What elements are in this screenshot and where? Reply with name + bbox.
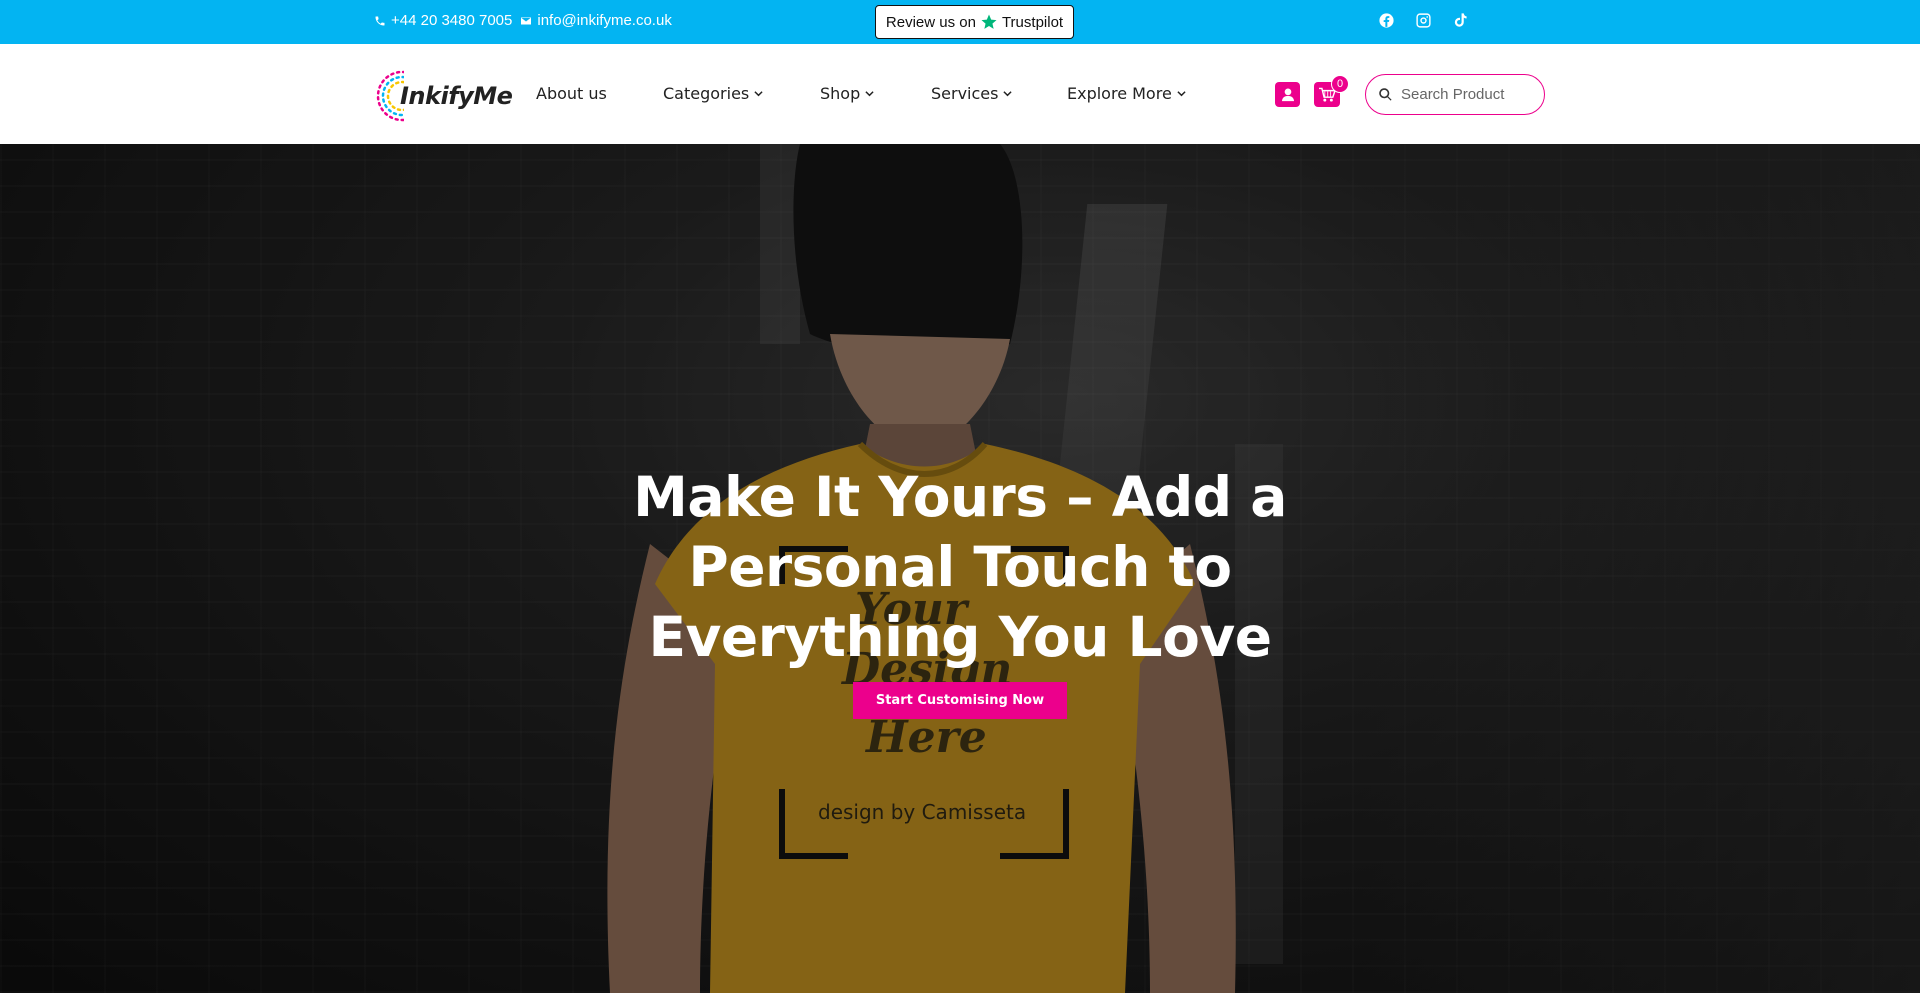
facebook-icon[interactable] xyxy=(1378,12,1395,29)
logo-wordmark: InkifyMe xyxy=(400,82,513,110)
nav-shop[interactable]: Shop xyxy=(820,84,874,103)
phone-number: +44 20 3480 7005 xyxy=(391,12,513,29)
social-links xyxy=(1378,12,1469,29)
instagram-icon[interactable] xyxy=(1415,12,1432,29)
nav-services[interactable]: Services xyxy=(931,84,1013,103)
phone-link[interactable]: +44 20 3480 7005 xyxy=(374,12,512,29)
chevron-down-icon xyxy=(1003,91,1013,97)
trustpilot-review-button[interactable]: Review us on Trustpilot xyxy=(875,5,1074,39)
chevron-down-icon xyxy=(1177,91,1186,97)
nav-categories[interactable]: Categories xyxy=(663,84,763,103)
cart-count-badge: 0 xyxy=(1331,75,1349,93)
chevron-down-icon xyxy=(865,91,874,97)
tiktok-icon[interactable] xyxy=(1452,12,1469,29)
top-bar: +44 20 3480 7005 info@inkifyme.co.uk Rev… xyxy=(0,0,1920,44)
hero-section: Your Design Here design by Camisseta Mak… xyxy=(0,144,1920,993)
nav-label: Services xyxy=(931,84,999,103)
nav-label: About us xyxy=(536,84,607,103)
phone-icon xyxy=(375,16,385,25)
nav-label: Categories xyxy=(663,84,750,103)
review-brand: Trustpilot xyxy=(1001,13,1064,31)
account-button[interactable] xyxy=(1275,82,1300,107)
envelope-icon xyxy=(521,17,532,24)
main-header: InkifyMe About us Categories Shop Servic… xyxy=(0,44,1920,144)
email-link[interactable]: info@inkifyme.co.uk xyxy=(520,12,672,29)
review-prefix: Review us on xyxy=(885,13,976,31)
nav-explore-more[interactable]: Explore More xyxy=(1067,84,1186,103)
nav-label: Shop xyxy=(820,84,861,103)
site-logo[interactable]: InkifyMe xyxy=(374,68,513,124)
contact-info: +44 20 3480 7005 info@inkifyme.co.uk xyxy=(374,12,672,29)
nav-label: Explore More xyxy=(1067,84,1172,103)
nav-about-us[interactable]: About us xyxy=(536,84,607,103)
search-input[interactable] xyxy=(1401,86,1521,103)
trustpilot-star-icon xyxy=(981,14,997,29)
product-search xyxy=(1365,74,1545,115)
start-customising-button[interactable]: Start Customising Now xyxy=(853,682,1067,719)
search-icon xyxy=(1379,88,1392,101)
email-address: info@inkifyme.co.uk xyxy=(537,12,672,29)
hero-title: Make It Yours – Add a Personal Touch to … xyxy=(633,465,1287,669)
chevron-down-icon xyxy=(754,91,763,97)
user-icon xyxy=(1281,88,1294,102)
